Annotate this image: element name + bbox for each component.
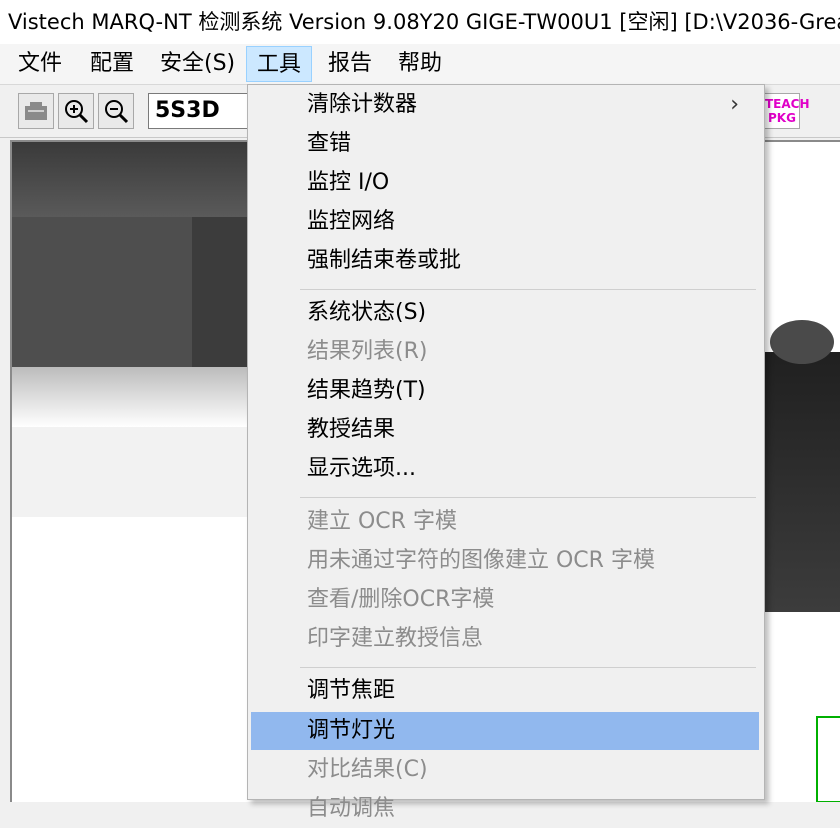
menu-bar: 文件 配置 安全(S) 工具 报告 帮助 [0, 44, 840, 85]
zoom-out-icon [105, 100, 129, 124]
menu-item-display-options[interactable]: 显示选项... [251, 450, 759, 488]
menu-separator [300, 289, 756, 290]
menu-item-debug[interactable]: 查错 [251, 125, 759, 163]
submenu-arrow-icon: › [730, 92, 739, 117]
zoom-in-icon [65, 100, 89, 124]
window-title: Vistech MARQ-NT 检测系统 Version 9.08Y20 GIG… [0, 0, 840, 44]
menu-item-monitor-network[interactable]: 监控网络 [251, 203, 759, 241]
menu-tools[interactable]: 工具 [246, 46, 313, 82]
menu-item-view-delete-ocr-font[interactable]: 查看/删除OCR字模 [251, 581, 759, 619]
menu-item-print-teach-info[interactable]: 印字建立教授信息 [251, 620, 759, 658]
teach-package-icon: TEACH PKG [765, 97, 810, 125]
camera-button[interactable] [18, 93, 54, 129]
menu-item-result-trend[interactable]: 结果趋势(T) [251, 372, 759, 410]
menu-item-compare-results[interactable]: 对比结果(C) [251, 751, 759, 789]
menu-config[interactable]: 配置 [80, 46, 144, 82]
menu-item-adjust-focus[interactable]: 调节焦距 [251, 672, 759, 710]
menu-file[interactable]: 文件 [8, 46, 72, 82]
menu-item-auto-focus[interactable]: 自动调焦 [251, 790, 759, 828]
menu-item-clear-counters[interactable]: 清除计数器 › [251, 86, 759, 124]
menu-separator [300, 667, 756, 668]
menu-item-force-end-batch[interactable]: 强制结束卷或批 [251, 242, 759, 280]
menu-item-system-status[interactable]: 系统状态(S) [251, 294, 759, 332]
menu-report[interactable]: 报告 [318, 46, 382, 82]
menu-help[interactable]: 帮助 [388, 46, 452, 82]
menu-item-adjust-lighting[interactable]: 调节灯光 [251, 712, 759, 750]
menu-item-build-ocr-font-from-failed[interactable]: 用未通过字符的图像建立 OCR 字模 [251, 542, 759, 580]
teach-package-button[interactable]: TEACH PKG [764, 93, 810, 129]
menu-item-label: 清除计数器 [307, 92, 418, 117]
menu-security[interactable]: 安全(S) [150, 46, 245, 82]
zoom-in-button[interactable] [58, 93, 94, 129]
menu-item-result-list[interactable]: 结果列表(R) [251, 333, 759, 371]
menu-item-teach-results[interactable]: 教授结果 [251, 411, 759, 449]
menu-item-monitor-io[interactable]: 监控 I/O [251, 164, 759, 202]
menu-separator [300, 497, 756, 498]
recipe-combo[interactable]: 5S3D [148, 93, 258, 129]
zoom-out-button[interactable] [98, 93, 134, 129]
menu-item-build-ocr-font[interactable]: 建立 OCR 字模 [251, 503, 759, 541]
tools-dropdown-menu: 清除计数器 › 查错 监控 I/O 监控网络 强制结束卷或批 系统状态(S) 结… [247, 84, 765, 821]
camera-icon [25, 102, 47, 120]
